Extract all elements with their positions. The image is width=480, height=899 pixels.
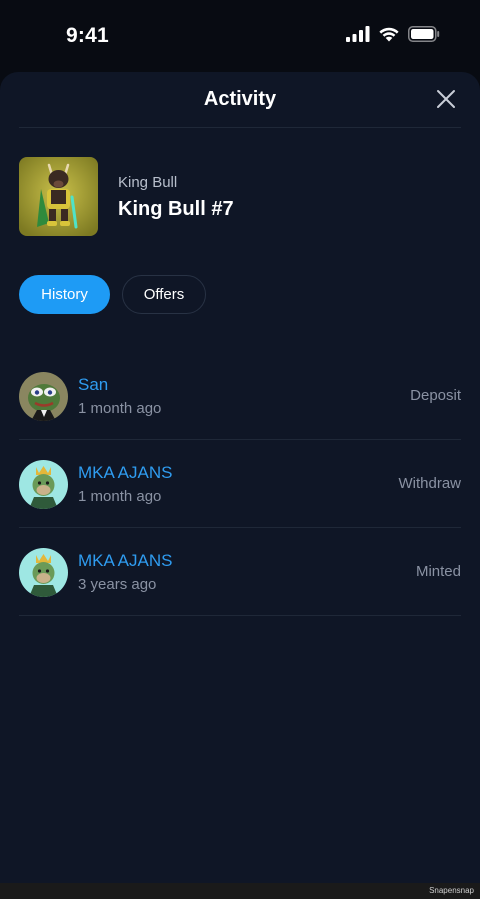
- tab-history[interactable]: History: [19, 275, 110, 314]
- page-title: Activity: [203, 88, 277, 110]
- ape-avatar[interactable]: [19, 460, 68, 509]
- activity-sheet: Activity King Bull King Bull #7 History …: [0, 72, 480, 883]
- close-icon[interactable]: [435, 88, 457, 110]
- user-name-link[interactable]: MKA AJANS: [78, 551, 172, 571]
- ape-avatar[interactable]: [19, 548, 68, 597]
- king-bull-image: [19, 157, 98, 236]
- battery-icon: [408, 26, 440, 42]
- nft-name: King Bull #7: [118, 198, 234, 220]
- activity-time: 1 month ago: [78, 400, 162, 417]
- activity-row[interactable]: MKA AJANS 3 years ago Minted: [19, 528, 461, 616]
- activity-time: 3 years ago: [78, 576, 157, 593]
- tab-bar: History Offers: [19, 275, 206, 314]
- bottom-bar: [0, 883, 480, 899]
- sheet-header: Activity: [19, 72, 461, 128]
- user-name-link[interactable]: San: [78, 375, 108, 395]
- pepe-avatar[interactable]: [19, 372, 68, 421]
- cellular-signal-icon: [346, 26, 370, 42]
- tab-offers[interactable]: Offers: [122, 275, 206, 314]
- activity-list: San 1 month ago Deposit MKA AJANS 1 mont…: [19, 352, 461, 616]
- activity-action: Withdraw: [398, 475, 461, 492]
- wifi-icon: [379, 27, 399, 42]
- watermark: Snapensnap: [429, 886, 474, 895]
- status-icons: [346, 26, 440, 42]
- activity-action: Minted: [415, 563, 461, 580]
- activity-action: Deposit: [410, 387, 461, 404]
- activity-row[interactable]: MKA AJANS 1 month ago Withdraw: [19, 440, 461, 528]
- activity-time: 1 month ago: [78, 488, 162, 505]
- user-name-link[interactable]: MKA AJANS: [78, 463, 172, 483]
- activity-row[interactable]: San 1 month ago Deposit: [19, 352, 461, 440]
- collection-name[interactable]: King Bull: [118, 174, 177, 191]
- status-bar: 9:41: [0, 0, 480, 72]
- nft-thumbnail: [19, 157, 98, 236]
- status-time: 9:41: [66, 24, 109, 47]
